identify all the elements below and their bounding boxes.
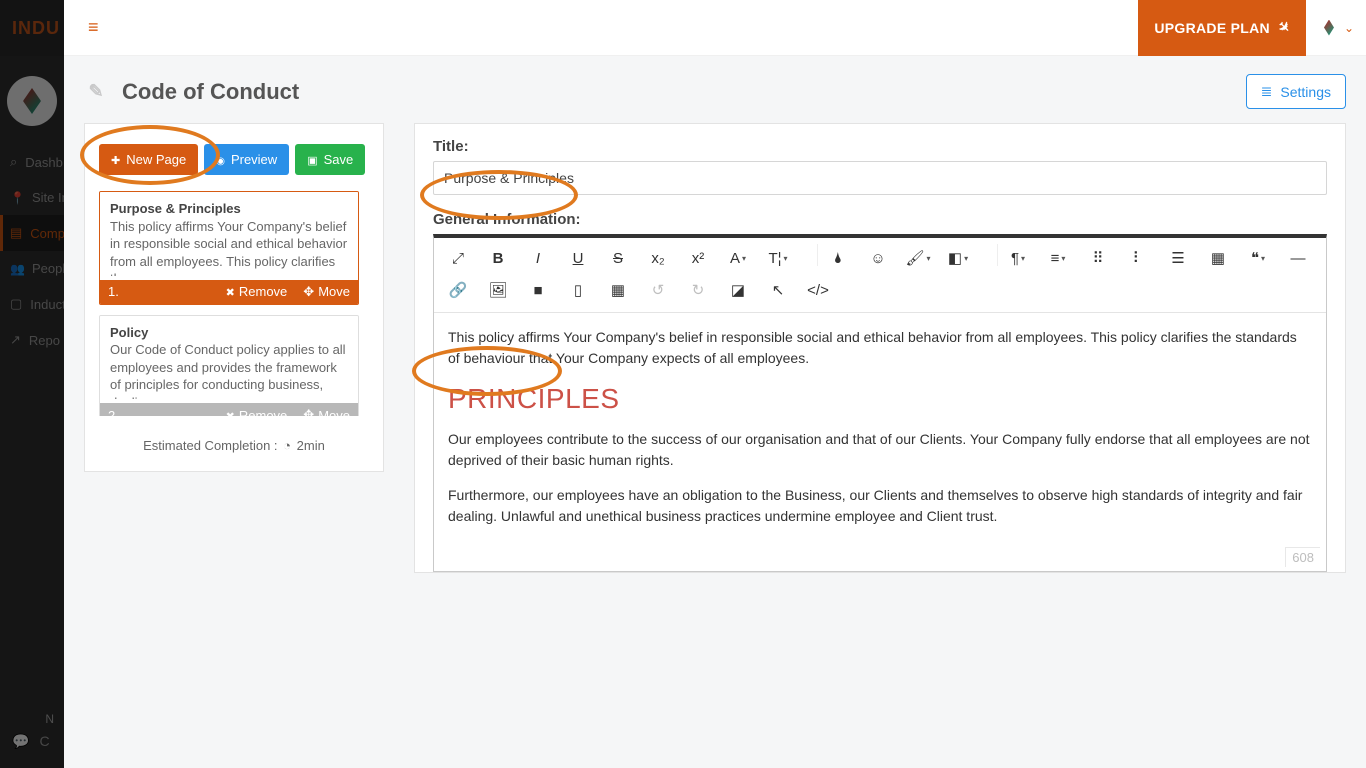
- clock-icon: [283, 438, 291, 453]
- x-icon: [226, 284, 235, 299]
- page-list[interactable]: Purpose & PrinciplesThis policy affirms …: [99, 191, 369, 416]
- toolbar-button[interactable]: ⤢: [438, 244, 478, 272]
- toolbar-button[interactable]: ↺: [638, 276, 678, 304]
- toolbar-button[interactable]: ■: [518, 276, 558, 304]
- eye-icon: [216, 152, 225, 167]
- upgrade-plan-button[interactable]: UPGRADE PLAN: [1138, 0, 1306, 56]
- toolbar-button: [978, 244, 998, 266]
- sidebar-overlay: [0, 0, 64, 768]
- toolbar-button[interactable]: ≡▾: [1038, 244, 1078, 272]
- settings-label: Settings: [1280, 84, 1331, 100]
- page-card[interactable]: Purpose & PrinciplesThis policy affirms …: [99, 191, 359, 305]
- editor-paragraph: Our employees contribute to the success …: [448, 429, 1312, 471]
- editor-body[interactable]: This policy affirms Your Company's belie…: [434, 313, 1326, 571]
- toolbar-button[interactable]: ↻: [678, 276, 718, 304]
- save-label: Save: [324, 152, 354, 167]
- page-card-desc: This policy affirms Your Company's belie…: [110, 218, 348, 276]
- toolbar-button[interactable]: ⠿: [1078, 244, 1118, 272]
- toolbar-button[interactable]: ❝▾: [1238, 244, 1278, 272]
- upgrade-label: UPGRADE PLAN: [1154, 20, 1270, 36]
- edit-icon: [84, 80, 108, 104]
- move-button[interactable]: Move: [295, 280, 358, 304]
- toolbar-button[interactable]: ◧▾: [938, 244, 978, 272]
- editor-toolbar: ⤢BIUSx₂x²A▾T¦▾🌢☺🖌▾◧▾¶▾≡▾⠿⠇☰▦❝▾—🔗🖼■▯▦↺↻◪↖…: [434, 238, 1326, 313]
- move-icon: [303, 284, 314, 300]
- toolbar-button[interactable]: I: [518, 244, 558, 272]
- toolbar-button: [798, 244, 818, 266]
- title-label: Title:: [433, 138, 1327, 155]
- general-info-label: General Information:: [433, 211, 1327, 228]
- toolbar-button[interactable]: ◪: [718, 276, 758, 304]
- page-card-number: 2.: [100, 404, 218, 416]
- move-button[interactable]: Move: [295, 403, 358, 416]
- page-card-title: Policy: [110, 324, 348, 342]
- editor-paragraph: This policy affirms Your Company's belie…: [448, 327, 1312, 369]
- toolbar-button[interactable]: ☰: [1158, 244, 1198, 272]
- char-count: 608: [1285, 547, 1320, 567]
- toolbar-button[interactable]: 🌢: [818, 244, 858, 272]
- toolbar-button[interactable]: S: [598, 244, 638, 272]
- chevron-down-icon: ⌄: [1344, 21, 1354, 35]
- toolbar-button[interactable]: </>: [798, 276, 838, 304]
- page-card-desc: Our Code of Conduct policy applies to al…: [110, 341, 348, 399]
- plus-icon: [111, 152, 120, 167]
- preview-button[interactable]: Preview: [204, 144, 289, 175]
- settings-button[interactable]: Settings: [1246, 74, 1346, 109]
- main-content: Code of Conduct Settings New Page Previe…: [64, 56, 1366, 768]
- toolbar-button[interactable]: x₂: [638, 244, 678, 272]
- toolbar-button[interactable]: T¦▾: [758, 244, 798, 272]
- toolbar-button[interactable]: ▦: [1198, 244, 1238, 272]
- preview-label: Preview: [231, 152, 277, 167]
- editor-heading: PRINCIPLES: [448, 383, 1312, 415]
- move-icon: [303, 407, 314, 416]
- save-icon: [307, 152, 317, 167]
- toolbar-button[interactable]: ▦: [598, 276, 638, 304]
- page-card-title: Purpose & Principles: [110, 200, 348, 218]
- settings-icon: [1261, 83, 1273, 100]
- remove-button[interactable]: Remove: [218, 280, 296, 303]
- toolbar-button[interactable]: 🖌▾: [898, 244, 938, 272]
- topbar: UPGRADE PLAN ⌄: [64, 0, 1366, 56]
- estimated-completion: Estimated Completion : 2min: [99, 434, 369, 453]
- title-input[interactable]: [433, 161, 1327, 195]
- toolbar-button[interactable]: A▾: [718, 244, 758, 272]
- page-title: Code of Conduct: [122, 79, 299, 105]
- save-button[interactable]: Save: [295, 144, 365, 175]
- x-icon: [226, 408, 235, 416]
- toolbar-button[interactable]: ▯: [558, 276, 598, 304]
- toolbar-button[interactable]: B: [478, 244, 518, 272]
- editor-panel: Title: General Information: ⤢BIUSx₂x²A▾T…: [414, 123, 1346, 573]
- toolbar-button[interactable]: x²: [678, 244, 718, 272]
- pages-panel: New Page Preview Save Purpose & Principl…: [84, 123, 384, 472]
- toolbar-button[interactable]: ⠇: [1118, 244, 1158, 272]
- new-page-label: New Page: [126, 152, 186, 167]
- plane-icon: [1278, 19, 1290, 36]
- toolbar-button[interactable]: ☺: [858, 244, 898, 272]
- toolbar-button[interactable]: ↖: [758, 276, 798, 304]
- toolbar-button[interactable]: —: [1278, 244, 1318, 272]
- page-heading: Code of Conduct: [84, 79, 299, 105]
- toolbar-button[interactable]: ¶▾: [998, 244, 1038, 272]
- toolbar-button[interactable]: 🖼: [478, 276, 518, 304]
- editor-paragraph: Furthermore, our employees have an oblig…: [448, 485, 1312, 527]
- toolbar-button[interactable]: U: [558, 244, 598, 272]
- rich-text-editor: ⤢BIUSx₂x²A▾T¦▾🌢☺🖌▾◧▾¶▾≡▾⠿⠇☰▦❝▾—🔗🖼■▯▦↺↻◪↖…: [433, 234, 1327, 572]
- new-page-button[interactable]: New Page: [99, 144, 198, 175]
- remove-button[interactable]: Remove: [218, 404, 296, 416]
- menu-toggle-icon[interactable]: [88, 17, 99, 38]
- account-menu[interactable]: ⌄: [1306, 0, 1366, 56]
- page-card-number: 1.: [100, 280, 218, 303]
- toolbar-button[interactable]: 🔗: [438, 276, 478, 304]
- page-card[interactable]: PolicyOur Code of Conduct policy applies…: [99, 315, 359, 416]
